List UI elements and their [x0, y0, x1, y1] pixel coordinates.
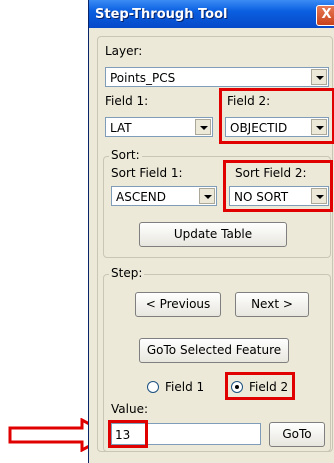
value-input-highlight	[108, 420, 148, 448]
next-button[interactable]: Next >	[235, 292, 309, 317]
step-legend: Step:	[109, 266, 145, 280]
step-through-window: Step-Through Tool X Layer: Points_PCS Fi…	[88, 0, 334, 463]
goto-button[interactable]: GoTo	[269, 422, 325, 447]
sort-field2-highlight	[223, 160, 333, 212]
window-title: Step-Through Tool	[95, 7, 228, 22]
field1-radio[interactable]	[147, 381, 159, 393]
sort-field1-label: Sort Field 1:	[111, 166, 183, 180]
value-label: Value:	[111, 402, 148, 416]
field1-radio-label[interactable]: Field 1	[165, 380, 204, 394]
sort-field1-select-value: ASCEND	[116, 190, 167, 204]
goto-selected-feature-button[interactable]: GoTo Selected Feature	[139, 338, 289, 363]
close-icon: X	[321, 7, 332, 22]
close-button[interactable]: X	[316, 5, 334, 26]
chevron-down-icon[interactable]	[199, 188, 215, 204]
previous-button[interactable]: < Previous	[135, 292, 221, 317]
update-table-button[interactable]: Update Table	[139, 222, 287, 247]
field1-label: Field 1:	[105, 94, 149, 108]
chevron-down-icon[interactable]	[311, 69, 327, 85]
field2-radio-highlight	[225, 372, 295, 400]
layer-label: Layer:	[105, 44, 143, 58]
chevron-down-icon[interactable]	[195, 119, 211, 135]
field1-select-value: LAT	[110, 121, 132, 135]
layer-select-value: Points_PCS	[110, 71, 176, 85]
sort-legend: Sort:	[109, 148, 142, 162]
field2-highlight	[219, 88, 334, 144]
sort-field1-select[interactable]: ASCEND	[111, 186, 217, 206]
field1-select[interactable]: LAT	[105, 117, 213, 137]
title-bar[interactable]: Step-Through Tool X	[89, 0, 334, 28]
layer-select[interactable]: Points_PCS	[105, 67, 329, 87]
